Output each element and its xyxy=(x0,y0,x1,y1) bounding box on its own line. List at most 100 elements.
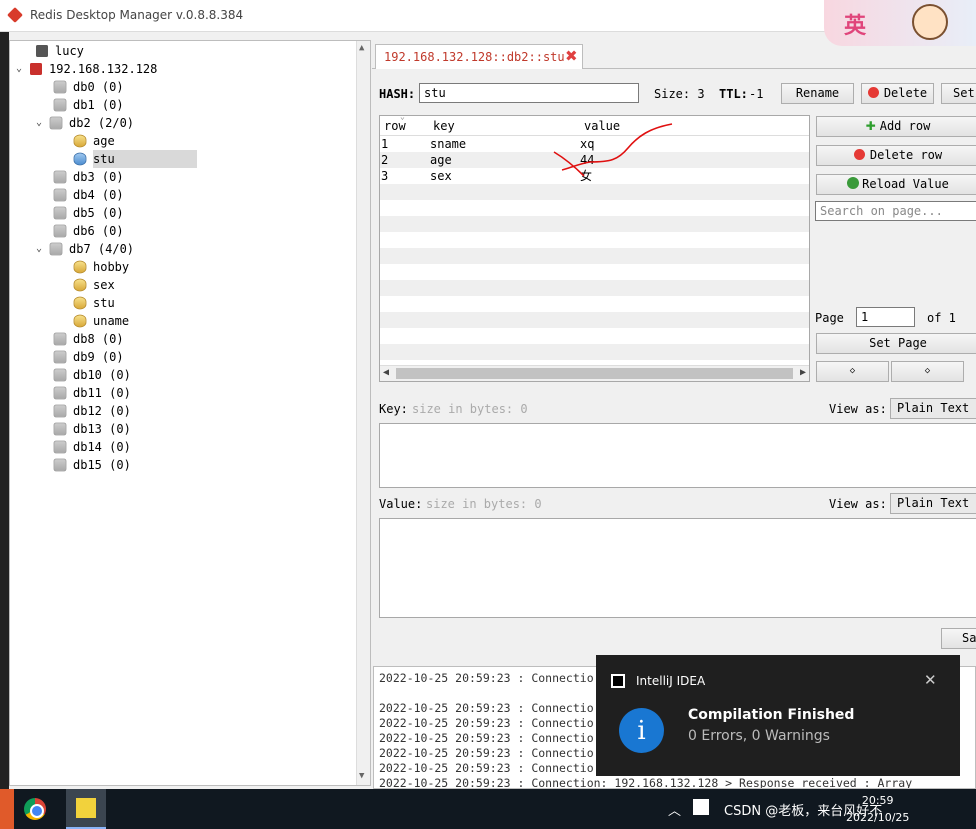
column-header-row[interactable]: row xyxy=(384,119,406,133)
tree-key-stu[interactable]: stu xyxy=(72,294,115,312)
value-editor-textarea[interactable] xyxy=(379,518,976,618)
database-icon xyxy=(53,332,67,346)
intellij-tray-icon[interactable] xyxy=(693,799,709,815)
chevron-up-icon[interactable]: ︿ xyxy=(668,800,681,819)
rename-button[interactable]: Rename xyxy=(781,83,854,104)
tree-node-db12[interactable]: db12 (0) xyxy=(52,402,131,420)
tree-node-db14[interactable]: db14 (0) xyxy=(52,438,131,456)
tree-node-db13[interactable]: db13 (0) xyxy=(52,420,131,438)
title-bar: Redis Desktop Manager v.0.8.8.384 英 xyxy=(0,0,976,46)
key-icon xyxy=(73,278,87,292)
tree-node-db6[interactable]: db6 (0) xyxy=(52,222,124,240)
tree-node-db7[interactable]: ⌄ db7 (4/0) xyxy=(36,240,134,258)
key-format-select[interactable]: Plain Text xyxy=(890,398,976,419)
log-line: 2022-10-25 20:59:23 : Connectio xyxy=(379,746,594,760)
tree-node-db8[interactable]: db8 (0) xyxy=(52,330,124,348)
tree-key-age[interactable]: age xyxy=(72,132,115,150)
column-header-key[interactable]: key xyxy=(433,119,455,133)
chevron-down-icon[interactable]: ⌄ xyxy=(16,60,28,78)
set-ttl-button[interactable]: Set xyxy=(941,83,976,104)
prev-icon: ◇ xyxy=(849,366,856,376)
prev-page-button[interactable]: ◇ xyxy=(816,361,889,382)
tree-key-hobby[interactable]: hobby xyxy=(72,258,129,276)
tree-node-db0[interactable]: db0 (0) xyxy=(52,78,124,96)
key-editor-textarea[interactable] xyxy=(379,423,976,488)
value-editor-label: Value: xyxy=(379,497,423,511)
tree-node-server[interactable]: ⌄ 192.168.132.128 xyxy=(16,60,157,78)
tree-key-sex[interactable]: sex xyxy=(72,276,115,294)
page-input[interactable]: 1 xyxy=(856,307,915,327)
value-format-select[interactable]: Plain Text xyxy=(890,493,976,514)
table-horizontal-scrollbar[interactable]: ◀ ▶ xyxy=(380,365,809,381)
next-page-button[interactable]: ◇ xyxy=(891,361,964,382)
window-title: Redis Desktop Manager v.0.8.8.384 xyxy=(30,8,244,22)
key-editor-label: Key: xyxy=(379,402,408,416)
save-value-button[interactable]: Sa xyxy=(941,628,976,649)
close-tab-icon[interactable]: ✖ xyxy=(565,47,578,65)
notification-toast[interactable]: IntelliJ IDEA ✕ i Compilation Finished 0… xyxy=(596,655,960,776)
value-view-as-label: View as: xyxy=(829,497,887,511)
connection-tree[interactable]: ▲ ▼ lucy ⌄ 192.168.132.128 db0 (0) db1 (0… xyxy=(9,40,371,786)
log-line: 2022-10-25 20:59:23 : Connectio xyxy=(379,701,594,715)
app-logo-icon xyxy=(7,7,23,23)
key-icon xyxy=(73,260,87,274)
database-icon xyxy=(53,440,67,454)
tab-key-stu[interactable]: 192.168.132.128::db2::stu ✖ xyxy=(375,44,583,69)
delete-key-button[interactable]: Delete xyxy=(861,83,934,104)
tree-node-db11[interactable]: db11 (0) xyxy=(52,384,131,402)
chrome-icon[interactable] xyxy=(24,798,46,820)
value-size-hint: size in bytes: 0 xyxy=(426,497,542,511)
plus-icon: ✚ xyxy=(865,119,876,133)
delete-icon xyxy=(853,149,865,160)
tree-node-lucy[interactable]: lucy xyxy=(34,42,84,60)
database-icon xyxy=(53,422,67,436)
key-icon xyxy=(73,134,87,148)
ttl-value: -1 xyxy=(749,87,764,101)
tree-node-db1[interactable]: db1 (0) xyxy=(52,96,124,114)
notification-title: Compilation Finished xyxy=(688,707,855,723)
log-line: 2022-10-25 20:59:23 : Connectio xyxy=(379,761,594,775)
tree-key-stu-selected[interactable]: stu xyxy=(72,150,197,168)
sort-indicator-icon: ⌄ xyxy=(400,112,405,121)
database-icon xyxy=(53,224,67,238)
tree-node-db5[interactable]: db5 (0) xyxy=(52,204,124,222)
notification-app-name: IntelliJ IDEA xyxy=(636,674,706,688)
taskbar: ︿ CSDN @老板，来台风好不 20:59 2022/10/25 xyxy=(0,789,976,829)
database-icon xyxy=(53,458,67,472)
start-button[interactable] xyxy=(0,789,14,829)
tree-node-db9[interactable]: db9 (0) xyxy=(52,348,124,366)
database-icon xyxy=(53,350,67,364)
database-icon xyxy=(53,404,67,418)
database-icon xyxy=(53,80,67,94)
chevron-down-icon[interactable]: ⌄ xyxy=(36,114,48,132)
add-row-button[interactable]: ✚ Add row xyxy=(816,116,976,137)
delete-row-button[interactable]: Delete row xyxy=(816,145,976,166)
database-icon xyxy=(53,188,67,202)
tree-scrollbar[interactable]: ▲ ▼ xyxy=(356,41,370,785)
tree-node-db4[interactable]: db4 (0) xyxy=(52,186,124,204)
sticker-image: 英 xyxy=(824,0,976,46)
server-icon xyxy=(36,45,48,57)
close-icon[interactable]: ✕ xyxy=(924,671,937,689)
reload-value-button[interactable]: Reload Value xyxy=(816,174,976,195)
database-icon xyxy=(53,368,67,382)
log-line: 2022-10-25 20:59:23 : Connection: 192.16… xyxy=(379,776,913,789)
tree-node-db3[interactable]: db3 (0) xyxy=(52,168,124,186)
tree-node-db2[interactable]: ⌄ db2 (2/0) xyxy=(36,114,134,132)
tree-node-db10[interactable]: db10 (0) xyxy=(52,366,131,384)
tree-key-uname[interactable]: uname xyxy=(72,312,129,330)
key-name-input[interactable]: stu xyxy=(419,83,639,103)
clock[interactable]: 20:59 2022/10/25 xyxy=(846,792,909,826)
next-icon: ◇ xyxy=(924,366,931,376)
set-page-button[interactable]: Set Page xyxy=(816,333,976,354)
database-icon xyxy=(53,98,67,112)
taskbar-app-icon[interactable] xyxy=(66,789,106,829)
key-view-as-label: View as: xyxy=(829,402,887,416)
info-icon: i xyxy=(619,708,664,753)
tree-node-db15[interactable]: db15 (0) xyxy=(52,456,131,474)
search-input[interactable]: Search on page... xyxy=(815,201,976,221)
chevron-down-icon[interactable]: ⌄ xyxy=(36,240,48,258)
background-window-edge xyxy=(0,32,9,789)
intellij-icon xyxy=(611,674,625,688)
key-icon xyxy=(73,314,87,328)
